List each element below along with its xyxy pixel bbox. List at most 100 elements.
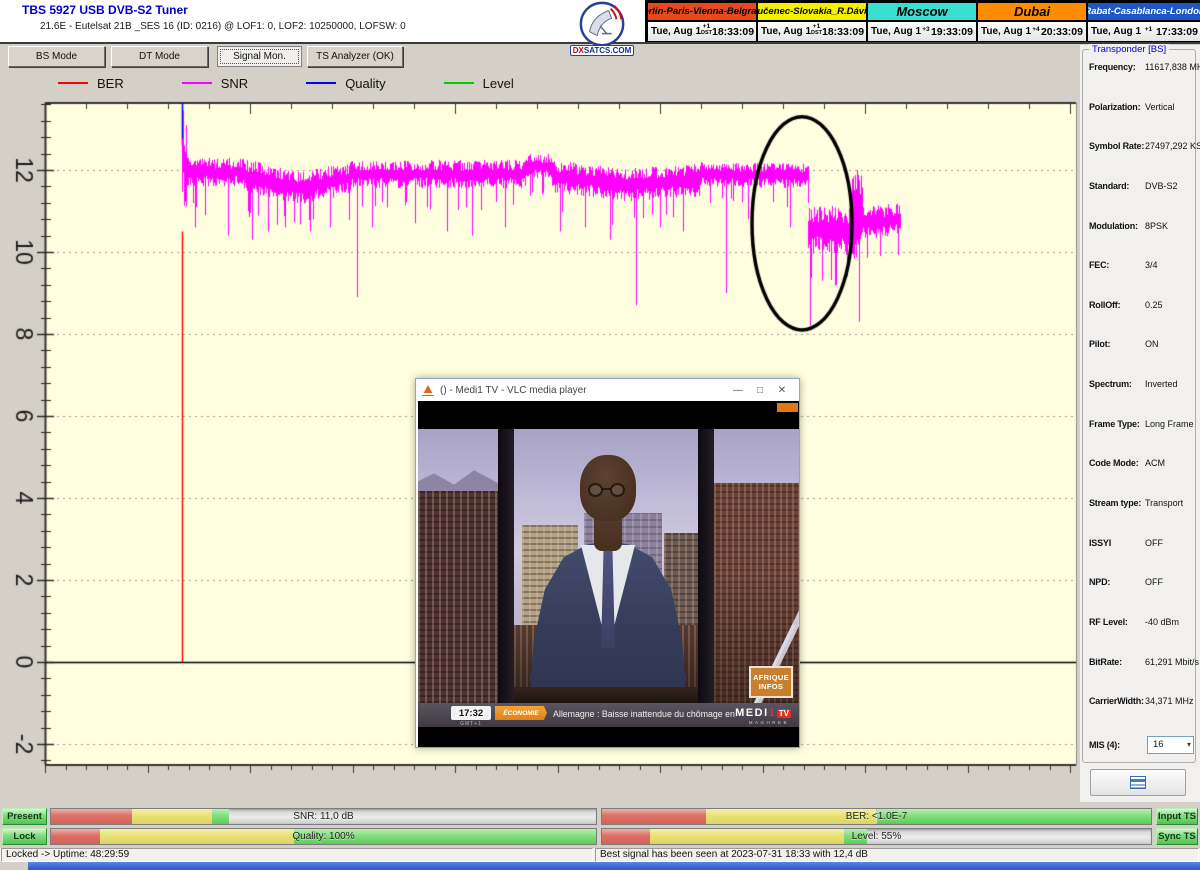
field-issyi: ISSYIOFF xyxy=(1089,538,1194,548)
ber-progressbar: BER: <1.0E-7 xyxy=(601,808,1152,825)
legend-label: SNR xyxy=(221,76,248,91)
snr-progressbar: SNR: 11,0 dB xyxy=(50,808,597,825)
tab-dt-mode[interactable]: DT Mode xyxy=(111,46,208,67)
clock-date: Tue, Aug 1 xyxy=(761,26,811,37)
field-modulation: Modulation:8PSK xyxy=(1089,221,1194,231)
legend-item-snr: SNR xyxy=(182,76,248,91)
field-polarization: Polarization:Vertical xyxy=(1089,102,1194,112)
quality-progressbar: Quality: 100% xyxy=(50,828,597,845)
level-value: Level: 55% xyxy=(602,831,1151,842)
clock-header-rabat: Rabat-Casablanca-London xyxy=(1087,2,1200,21)
field-pilot: Pilot:ON xyxy=(1089,339,1194,349)
legend-label: Level xyxy=(483,76,514,91)
window-pillar-right xyxy=(698,429,714,703)
field-rolloff: RollOff:0.25 xyxy=(1089,300,1194,310)
medi1tv-logo: MEDI1TV xyxy=(735,707,791,719)
news-studio-scene: AFRIQUEINFOS xyxy=(418,429,799,703)
signal-status-section: Present Lock SNR: 11,0 dB Quality: 100% … xyxy=(0,806,1200,848)
clock-header-moscow: Moscow xyxy=(867,2,977,21)
legend-item-ber: BER xyxy=(58,76,124,91)
clock-date: Tue, Aug 1 xyxy=(1091,26,1141,37)
clock-time-moscow: Tue, Aug 1 +3 19:33:09 xyxy=(867,21,977,42)
vlc-titlebar[interactable]: () - Medi1 TV - VLC media player — □ ✕ xyxy=(416,379,799,401)
clock-time-berlin: Tue, Aug 1 +1DST 18:33:09 xyxy=(647,21,757,42)
dxsatcs-logo: DXSATCS.COM xyxy=(570,0,634,56)
legend-item-quality: Quality xyxy=(306,76,385,91)
ticker-category-badge: ÉCONOMIE xyxy=(495,706,547,720)
ber-line-swatch xyxy=(58,82,88,84)
quality-value: Quality: 100% xyxy=(51,831,596,842)
clock-time-lucenec: Tue, Aug 1 +1DST 18:33:09 xyxy=(757,21,867,42)
best-signal-status: Best signal has been seen at 2023-07-31 … xyxy=(595,848,1199,862)
anchor-desk xyxy=(514,687,698,703)
statusbar: Locked -> Uptime: 48:29:59 Best signal h… xyxy=(0,848,1200,862)
report-icon xyxy=(1130,776,1146,789)
snr-value: SNR: 11,0 dB xyxy=(51,811,596,822)
anchor-neck xyxy=(594,517,622,551)
clock-date: Tue, Aug 1 xyxy=(981,26,1031,37)
window-pillar-left xyxy=(498,429,514,703)
sync-ts-indicator: Sync TS xyxy=(1156,828,1198,845)
close-button[interactable]: ✕ xyxy=(771,385,793,396)
transponder-groupbox: Transponder [BS] Frequency:11617,838 MHz… xyxy=(1082,49,1196,763)
minimize-button[interactable]: — xyxy=(727,385,749,396)
tbs-tuner-app: TBS 5927 USB DVB-S2 Tuner 21.6E - Eutels… xyxy=(0,0,1200,870)
clock-header-lucenec: Lučenec-Slovakia_R.Dávid xyxy=(757,2,867,21)
mis-selected-value: 16 xyxy=(1153,739,1164,750)
transponder-fields: Frequency:11617,838 MHz Polarization:Ver… xyxy=(1089,62,1194,754)
legend-label: Quality xyxy=(345,76,385,91)
transponder-panel: Transponder [BS] Frequency:11617,838 MHz… xyxy=(1080,45,1200,802)
input-ts-indicator: Input TS xyxy=(1156,808,1198,825)
field-rf-level: RF Level:-40 dBm xyxy=(1089,617,1194,627)
field-npd: NPD:OFF xyxy=(1089,577,1194,587)
present-indicator: Present xyxy=(2,808,47,825)
world-clocks: Berlin-Paris-Vienna-Belgrade Lučenec-Slo… xyxy=(645,0,1200,44)
lock-indicator: Lock xyxy=(2,828,47,845)
mis-select[interactable]: 16 ▾ xyxy=(1147,736,1194,754)
field-frequency: Frequency:11617,838 MHz xyxy=(1089,62,1194,72)
letterbox-bottom xyxy=(418,727,799,747)
vlc-window: () - Medi1 TV - VLC media player — □ ✕ xyxy=(415,378,800,748)
transponder-title: Transponder [BS] xyxy=(1089,44,1169,55)
clock-tz: +1DST xyxy=(701,24,712,36)
field-fec: FEC:3/4 xyxy=(1089,260,1194,270)
field-carrier-width: CarrierWidth:34,371 MHz xyxy=(1089,696,1194,706)
app-title: TBS 5927 USB DVB-S2 Tuner xyxy=(22,3,188,17)
vlc-video-area[interactable]: AFRIQUEINFOS 17:32 GMT+1 ÉCONOMIE Allema… xyxy=(418,401,799,747)
maximize-button[interactable]: □ xyxy=(749,385,771,396)
news-ticker: 17:32 GMT+1 ÉCONOMIE Allemagne : Baisse … xyxy=(418,703,799,727)
level-line-swatch xyxy=(444,82,474,84)
clock-tz: +1DST xyxy=(811,24,822,36)
lock-uptime-status: Locked -> Uptime: 48:29:59 xyxy=(1,848,593,862)
afrique-infos-badge: AFRIQUEINFOS xyxy=(749,666,793,698)
ticker-headline: Allemagne : Baisse inattendue du chômage… xyxy=(553,709,735,719)
chart-legend: BER SNR Quality Level xyxy=(45,72,514,94)
clock-time-rabat: Tue, Aug 1 +1 17:33:09 xyxy=(1087,21,1200,42)
clock-time: 19:33:09 xyxy=(931,26,973,38)
field-standard: Standard:DVB-S2 xyxy=(1089,181,1194,191)
tab-bs-mode[interactable]: BS Mode xyxy=(8,46,105,67)
anchor-glasses xyxy=(586,483,630,499)
buildings-left xyxy=(418,491,498,703)
chevron-down-icon: ▾ xyxy=(1187,740,1191,749)
medi1tv-sub: MAGHREB xyxy=(749,720,789,725)
report-button[interactable] xyxy=(1090,769,1186,796)
clock-date: Tue, Aug 1 xyxy=(871,26,921,37)
field-code-mode: Code Mode:ACM xyxy=(1089,458,1194,468)
clock-tz: +1 xyxy=(1145,27,1152,33)
taskbar-strip[interactable] xyxy=(28,862,1200,870)
clock-time-dubai: Tue, Aug 1 +4 20:33:09 xyxy=(977,21,1087,42)
clock-time: 20:33:09 xyxy=(1041,26,1083,38)
clock-tz: +3 xyxy=(922,27,929,33)
level-progressbar: Level: 55% xyxy=(601,828,1152,845)
clock-time: 18:33:09 xyxy=(822,26,864,38)
field-mis: MIS (4): 16 ▾ xyxy=(1089,736,1194,754)
clock-time: 18:33:09 xyxy=(712,26,754,38)
field-symbol-rate: Symbol Rate:27497,292 KS/s xyxy=(1089,141,1194,151)
clock-tz: +4 xyxy=(1032,27,1039,33)
tab-signal-mon[interactable]: Signal Mon. xyxy=(217,46,302,67)
field-frame-type: Frame Type:Long Frame xyxy=(1089,419,1194,429)
tab-ts-analyzer[interactable]: TS Analyzer (OK) xyxy=(307,46,403,67)
clock-header-dubai: Dubai xyxy=(977,2,1087,21)
logo-text: DXSATCS.COM xyxy=(570,45,634,56)
